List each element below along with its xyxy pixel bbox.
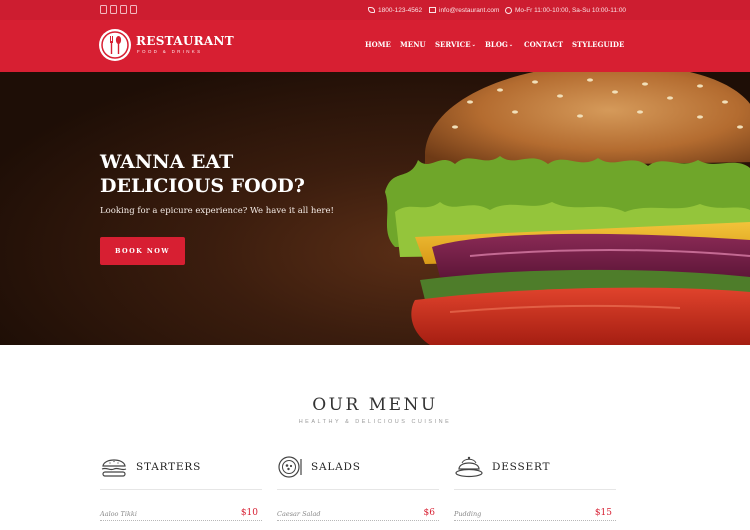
google-plus-icon[interactable] [130,5,137,14]
phone-contact[interactable]: 1800-123-4562 [368,4,422,16]
burger-icon [101,459,127,477]
menu-item-price: $15 [592,508,612,518]
twitter-icon[interactable] [120,5,127,14]
nav-label: CONTACT [524,40,564,49]
nav-contact[interactable]: CONTACT [524,40,563,49]
email-address: info@restaurant.com [439,6,500,14]
nav-service[interactable]: SERVICE⌄ [435,40,476,49]
dotted-leader [100,520,262,521]
nav-home[interactable]: HOME [365,40,391,49]
nav-label: BLOG [485,40,508,49]
brand-tagline: FOOD & DRINKS [137,49,203,54]
phone-number: 1800-123-4562 [378,6,423,14]
facebook-icon[interactable] [100,5,107,14]
nav-styleguide[interactable]: STYLEGUIDE [572,40,624,49]
menu-item [277,526,439,530]
menu-section-subtitle: HEALTHY & DELICIOUS CUISINE [298,419,452,425]
nav-menu[interactable]: MENU [400,40,426,49]
category-name: STARTERS [136,461,202,473]
nav-label: SERVICE [435,40,471,49]
salad-plate-icon [278,456,302,478]
chevron-down-icon: ⌄ [508,42,514,48]
fork-spoon-icon [101,31,129,59]
divider [454,489,616,490]
nav-label: STYLEGUIDE [572,40,625,49]
category-name: DESSERT [492,461,551,473]
menu-item-name: Caesar Salad [277,510,321,518]
envelope-icon [429,7,436,13]
opening-hours-text: Mo-Fr 11:00-10:00, Sa-Su 10:00-11:00 [515,6,627,14]
clock-icon [505,6,512,14]
divider [277,489,439,490]
logo[interactable] [99,29,131,61]
brand-name[interactable]: RESTAURANT [136,34,234,48]
nav-label: MENU [400,40,426,49]
menu-item: Aaloo Tikki $10 [100,508,262,522]
hero-title: WANNA EAT DELICIOUS FOOD? [100,150,305,198]
linkedin-icon[interactable] [110,5,117,14]
category-name: SALADS [311,461,361,473]
hero-subtitle: Looking for a epicure experience? We hav… [100,206,334,216]
main-header: RESTAURANT FOOD & DRINKS HOME MENU SERVI… [0,20,750,72]
hero-title-line-2: DELICIOUS FOOD? [100,175,305,197]
email-contact[interactable]: info@restaurant.com [429,4,499,16]
dotted-leader [454,520,616,521]
menu-item-name: Pudding [454,510,482,518]
book-now-button[interactable]: BOOK NOW [100,237,185,265]
menu-item-price: $10 [238,508,258,518]
menu-item: Pudding $15 [454,508,616,522]
opening-hours: Mo-Fr 11:00-10:00, Sa-Su 10:00-11:00 [505,4,626,16]
cake-icon [455,456,483,478]
menu-item [454,526,616,530]
dotted-leader [277,520,439,521]
hero-title-line-1: WANNA EAT [100,151,234,173]
menu-item-price: $6 [421,508,435,518]
menu-item [100,526,262,530]
hero-banner: WANNA EAT DELICIOUS FOOD? Looking for a … [0,72,750,345]
top-bar: 1800-123-4562 info@restaurant.com Mo-Fr … [0,0,750,20]
phone-icon [368,7,375,13]
divider [100,489,262,490]
chevron-down-icon: ⌄ [471,42,476,48]
menu-item: Caesar Salad $6 [277,508,439,522]
menu-item-name: Aaloo Tikki [100,510,137,518]
nav-label: HOME [365,40,391,49]
social-links [100,5,137,14]
menu-section-title: OUR MENU [312,395,438,415]
nav-blog[interactable]: BLOG⌄ [485,40,513,49]
